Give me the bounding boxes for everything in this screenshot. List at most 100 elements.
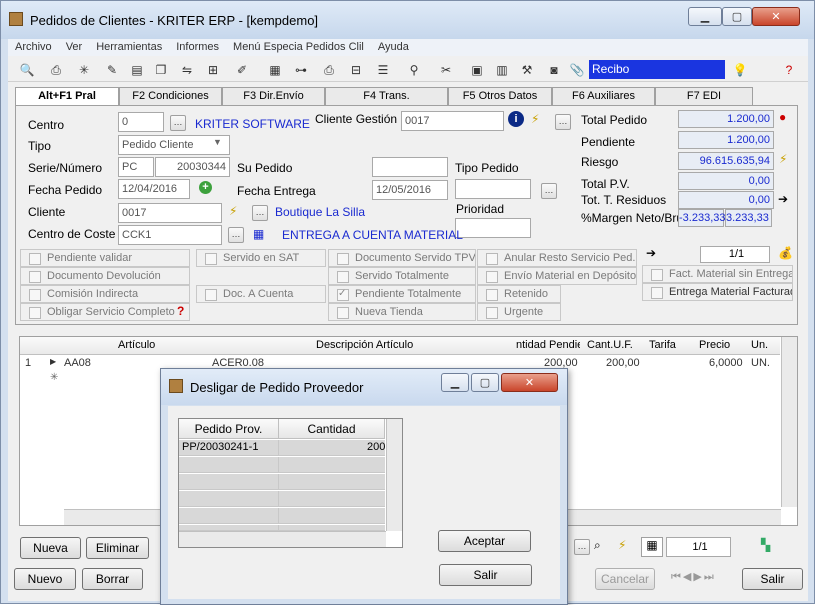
split-icon[interactable]: ⇋ <box>179 62 195 78</box>
traffic-light-icon[interactable]: ● <box>779 110 786 124</box>
col-cantidad[interactable]: Cantidad <box>279 419 385 439</box>
checkbox-anular-resto[interactable]: Anular Resto Servicio Ped. <box>477 249 637 267</box>
nuevo-button[interactable]: Nuevo <box>14 568 76 590</box>
grid-search-button[interactable]: … <box>574 539 590 555</box>
minimize-button[interactable]: ▁ <box>688 7 722 26</box>
menu-archivo[interactable]: Archivo <box>15 39 52 56</box>
tab-principal[interactable]: Alt+F1 Pral <box>15 87 119 106</box>
list-icon[interactable]: ☰ <box>375 62 391 78</box>
checkbox-nueva-tienda[interactable]: Nueva Tienda <box>328 303 476 321</box>
edit-icon[interactable]: ✐ <box>234 62 250 78</box>
table-row[interactable]: PP/20030241-1 200 <box>179 440 385 456</box>
checkbox-documento-servido-tpv[interactable]: Documento Servido TPV <box>328 249 476 267</box>
row-articulo[interactable]: AA08 <box>64 357 91 369</box>
cliente-gestion-field[interactable]: 0017 <box>401 111 504 131</box>
menu-ayuda[interactable]: Ayuda <box>378 39 409 56</box>
page-icon[interactable]: ▥ <box>494 62 510 78</box>
aceptar-button[interactable]: Aceptar <box>438 530 531 552</box>
col-pedido-prov[interactable]: Pedido Prov. <box>179 419 279 439</box>
serie-field[interactable]: PC <box>118 157 154 177</box>
checkbox-pendiente-validar[interactable]: Pendiente validar <box>20 249 190 267</box>
row-un[interactable]: UN. <box>751 357 770 369</box>
dialog-horizontal-scrollbar[interactable] <box>179 531 386 547</box>
su-pedido-field[interactable] <box>372 157 448 177</box>
dialog-close-button[interactable]: ✕ <box>501 373 558 392</box>
nueva-button[interactable]: Nueva <box>20 537 81 559</box>
grid-vertical-scrollbar[interactable] <box>781 337 797 507</box>
cancelar-button[interactable]: Cancelar <box>595 568 655 590</box>
table-icon[interactable]: ▦ <box>267 62 283 78</box>
copy-icon[interactable]: ❐ <box>153 62 169 78</box>
lightning-icon[interactable]: ⚡ <box>531 112 539 126</box>
centro-coste-search-button[interactable]: … <box>228 227 244 243</box>
checkbox-pendiente-totalmente[interactable]: Pendiente Totalmente <box>328 285 476 303</box>
checkbox-entrega-material[interactable]: Entrega Material Facturad <box>642 283 793 301</box>
help-icon-small[interactable]: ? <box>177 304 184 318</box>
col-descripcion[interactable]: Descripción Artículo <box>316 339 413 351</box>
prioridad-field[interactable] <box>455 218 531 238</box>
hierarchy-icon[interactable]: ⊶ <box>293 62 309 78</box>
salir-button[interactable]: Salir <box>742 568 803 590</box>
dialog-salir-button[interactable]: Salir <box>439 564 532 586</box>
checkbox-servido-totalmente[interactable]: Servido Totalmente <box>328 267 476 285</box>
close-button[interactable]: ✕ <box>752 7 800 26</box>
checkbox-documento-devolucion[interactable]: Documento Devolución <box>20 267 190 285</box>
pager-arrow-icon[interactable]: ➔ <box>646 246 656 260</box>
tab-edi[interactable]: F7 EDI <box>655 87 753 105</box>
checkbox-fact-material[interactable]: Fact. Material sin Entrega <box>642 265 793 283</box>
grid-icon[interactable]: ⊟ <box>348 62 364 78</box>
riesgo-lightning-icon[interactable]: ⚡ <box>779 152 787 166</box>
borrar-button[interactable]: Borrar <box>82 568 143 590</box>
arrow-right-icon[interactable]: ➔ <box>778 192 788 206</box>
dialog-maximize-button[interactable]: ▢ <box>471 373 499 392</box>
col-cant-uf[interactable]: Cant.U.F. <box>587 339 633 351</box>
tab-condiciones[interactable]: F2 Condiciones <box>119 87 222 105</box>
camera-icon[interactable]: ◙ <box>546 62 562 78</box>
col-un[interactable]: Un. <box>751 339 768 351</box>
fecha-pedido-field[interactable]: 12/04/2016 <box>118 179 190 199</box>
tools-icon[interactable]: ⚒ <box>519 62 535 78</box>
eliminar-button[interactable]: Eliminar <box>86 537 149 559</box>
info-icon[interactable]: i <box>508 111 524 127</box>
tree-icon[interactable]: ⊞ <box>205 62 221 78</box>
cliente-lightning-icon[interactable]: ⚡ <box>229 204 237 218</box>
grid-lightning-icon[interactable]: ⚡ <box>618 538 626 552</box>
tipo-pedido-field[interactable] <box>455 179 531 199</box>
binoculars-icon[interactable]: ⌕ <box>594 538 601 553</box>
checkbox-obligar-servicio[interactable]: Obligar Servicio Completo <box>20 303 190 321</box>
record-nav-icon[interactable]: ⏮◀▶⏭ <box>671 570 716 584</box>
centro-field[interactable]: 0 <box>118 112 164 132</box>
checkbox-urgente[interactable]: Urgente <box>477 303 561 321</box>
help-icon[interactable]: ? <box>781 62 797 78</box>
tab-dir-envio[interactable]: F3 Dir.Envío <box>222 87 325 105</box>
clip-icon[interactable]: 📎 <box>569 62 585 78</box>
numero-field[interactable]: 20030344 <box>155 157 230 177</box>
menu-informes[interactable]: Informes <box>176 39 219 56</box>
row-cant-uf[interactable]: 200,00 <box>606 357 640 369</box>
new-row-icon[interactable]: ✳ <box>50 372 58 383</box>
spark-icon[interactable]: ✳ <box>76 62 92 78</box>
printer-icon[interactable]: ⎙ <box>321 62 337 78</box>
connect-icon[interactable]: ⚲ <box>406 62 422 78</box>
col-precio[interactable]: Precio <box>699 339 730 351</box>
col-articulo[interactable]: Artículo <box>118 339 155 351</box>
bulb-icon[interactable]: 💡 <box>732 62 748 78</box>
checkbox-servido-sat[interactable]: Servido en SAT <box>196 249 326 267</box>
dialog-minimize-button[interactable]: ▁ <box>441 373 469 392</box>
money-bag-icon[interactable]: 💰 <box>778 246 793 260</box>
maximize-button[interactable]: ▢ <box>722 7 752 26</box>
tipo-pedido-search-button[interactable]: … <box>541 183 557 199</box>
report-combo[interactable]: Recibo <box>589 60 725 79</box>
calendar-icon[interactable]: ▦ <box>253 227 264 241</box>
chart-icon[interactable]: ▣ <box>469 62 485 78</box>
row-cantidad[interactable]: 200 <box>367 441 385 453</box>
dialog-vertical-scrollbar[interactable] <box>386 419 402 531</box>
checkbox-comision-indirecta[interactable]: Comisión Indirecta <box>20 285 190 303</box>
menu-herramientas[interactable]: Herramientas <box>96 39 162 56</box>
print-icon[interactable]: ⎙ <box>48 62 64 78</box>
fecha-entrega-field[interactable]: 12/05/2016 <box>372 180 448 200</box>
checkbox-envio-deposito[interactable]: Envío Material en Depósito <box>477 267 637 285</box>
menu-ver[interactable]: Ver <box>66 39 83 56</box>
row-precio[interactable]: 6,0000 <box>709 357 743 369</box>
grid-table-icon[interactable]: ▦ <box>641 537 663 557</box>
